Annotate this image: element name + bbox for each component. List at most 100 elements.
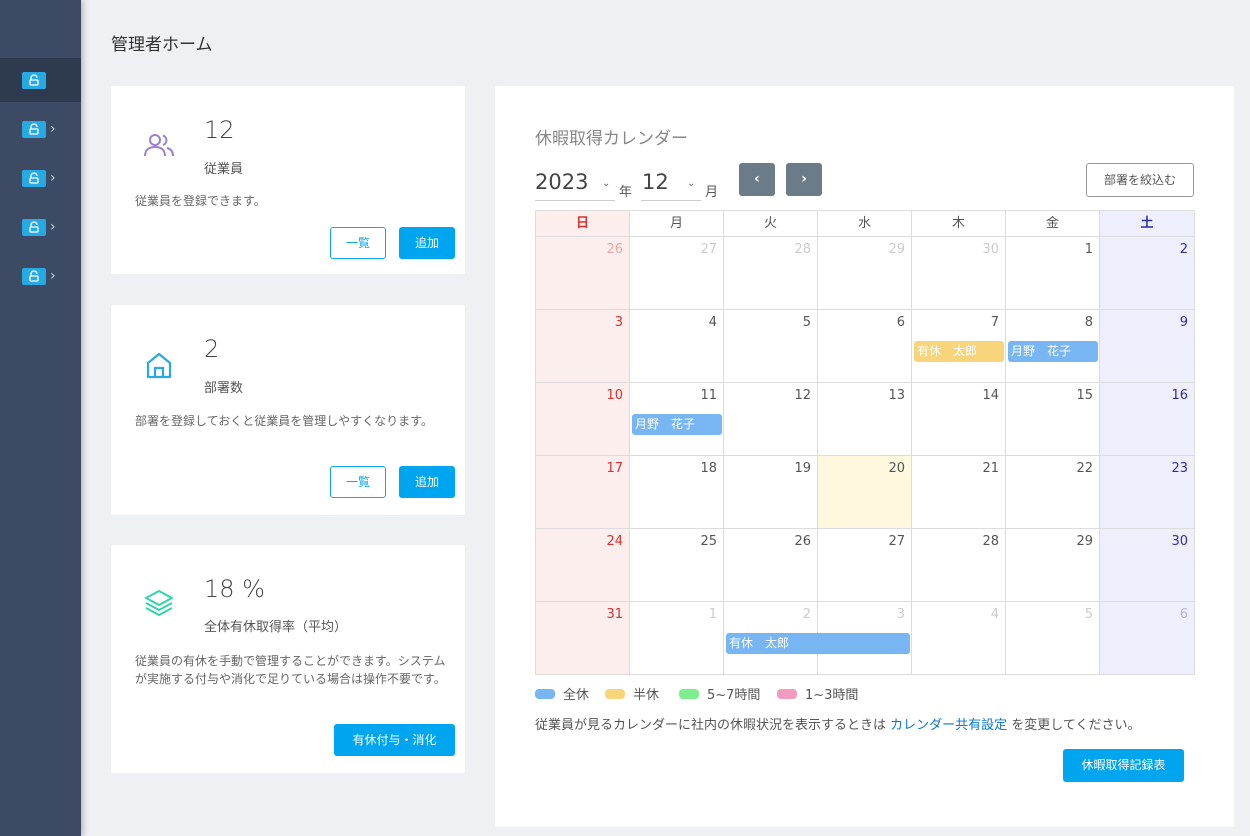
calendar-day-cell[interactable]: 24 bbox=[536, 529, 630, 602]
calendar-day-cell[interactable]: 4 bbox=[630, 310, 724, 383]
calendar-day-cell[interactable]: 19 bbox=[724, 456, 818, 529]
department-filter-button[interactable]: 部署を絞込む bbox=[1086, 163, 1194, 197]
day-number: 3 bbox=[614, 315, 623, 330]
calendar-day-cell[interactable]: 26 bbox=[724, 529, 818, 602]
day-number: 3 bbox=[896, 607, 905, 622]
calendar-day-cell[interactable]: 29 bbox=[1006, 529, 1100, 602]
sidebar-item-4[interactable]: › bbox=[0, 205, 81, 249]
calendar-day-cell[interactable]: 21 bbox=[912, 456, 1006, 529]
calendar-share-settings-link[interactable]: カレンダー共有設定 bbox=[890, 718, 1007, 733]
calendar-panel: 休暇取得カレンダー 2023 ⌄ 年 12 ⌄ 月 ‹ › 部署を絞込む 日月火… bbox=[495, 86, 1234, 827]
department-list-button[interactable]: 一覧 bbox=[330, 466, 386, 498]
chevron-right-icon: › bbox=[50, 268, 56, 284]
sidebar-item-1[interactable] bbox=[0, 58, 81, 102]
day-number: 29 bbox=[1076, 534, 1093, 549]
day-number: 12 bbox=[794, 388, 811, 403]
day-number: 13 bbox=[888, 388, 905, 403]
employee-count: 12 bbox=[204, 116, 235, 144]
calendar-day-cell[interactable]: 2 bbox=[1100, 237, 1195, 310]
leave-grant-button[interactable]: 有休付与・消化 bbox=[334, 724, 455, 756]
weekday-header: 土 bbox=[1100, 211, 1195, 237]
lock-icon bbox=[22, 219, 46, 236]
day-number: 27 bbox=[700, 242, 717, 257]
calendar-day-cell[interactable]: 1 bbox=[1006, 237, 1100, 310]
calendar-day-cell[interactable]: 29 bbox=[818, 237, 912, 310]
sidebar-item-3[interactable]: › bbox=[0, 156, 81, 200]
day-number: 5 bbox=[1084, 607, 1093, 622]
employee-add-button[interactable]: 追加 bbox=[399, 227, 455, 259]
calendar-day-cell[interactable]: 25 bbox=[630, 529, 724, 602]
calendar-day-cell[interactable]: 9 bbox=[1100, 310, 1195, 383]
calendar-day-cell[interactable]: 16 bbox=[1100, 383, 1195, 456]
calendar-day-cell[interactable]: 28 bbox=[912, 529, 1006, 602]
day-number: 26 bbox=[606, 242, 623, 257]
prev-month-button[interactable]: ‹ bbox=[739, 163, 775, 196]
month-unit: 月 bbox=[705, 185, 719, 200]
calendar-day-cell[interactable]: 23 bbox=[1100, 456, 1195, 529]
weekday-header: 水 bbox=[818, 211, 912, 237]
day-number: 15 bbox=[1076, 388, 1093, 403]
department-label: 部署数 bbox=[204, 381, 244, 396]
legend-swatch bbox=[605, 689, 625, 699]
leave-description: 従業員の有休を手動で管理することができます。システムが実施する付与や消化で足りて… bbox=[135, 654, 446, 686]
calendar-day-cell[interactable]: 31 bbox=[536, 602, 630, 675]
calendar-day-cell[interactable]: 5 bbox=[724, 310, 818, 383]
department-add-button[interactable]: 追加 bbox=[399, 466, 455, 498]
leave-event[interactable]: 月野 花子 bbox=[1008, 341, 1098, 362]
day-number: 25 bbox=[700, 534, 717, 549]
day-number: 14 bbox=[982, 388, 999, 403]
chevron-down-icon: ⌄ bbox=[602, 178, 611, 189]
month-underline bbox=[641, 200, 701, 201]
employee-description: 従業員を登録できます。 bbox=[135, 194, 266, 208]
employee-list-button[interactable]: 一覧 bbox=[330, 227, 386, 259]
calendar-day-cell[interactable]: 6 bbox=[818, 310, 912, 383]
calendar-day-cell[interactable]: 28 bbox=[724, 237, 818, 310]
calendar-day-cell[interactable]: 1 bbox=[630, 602, 724, 675]
calendar-day-cell[interactable]: 27 bbox=[630, 237, 724, 310]
calendar-day-cell[interactable]: 22 bbox=[1006, 456, 1100, 529]
day-number: 28 bbox=[794, 242, 811, 257]
month-select[interactable]: 12 bbox=[642, 170, 669, 194]
leave-event[interactable]: 有休 太郎 bbox=[914, 341, 1004, 362]
calendar-day-cell[interactable]: 13 bbox=[818, 383, 912, 456]
calendar-grid: 日月火水木金土 26 27 28 29 30 1 2 3 4 5 6 7 8 9 10 11 12 13 14 15 16… bbox=[535, 210, 1195, 675]
note-text-after: を変更してください。 bbox=[1007, 718, 1141, 733]
leave-record-button[interactable]: 休暇取得記録表 bbox=[1063, 749, 1184, 782]
next-month-button[interactable]: › bbox=[786, 163, 822, 196]
calendar-day-cell[interactable]: 6 bbox=[1100, 602, 1195, 675]
sidebar: › › › › bbox=[0, 0, 81, 836]
calendar-day-cell[interactable]: 4 bbox=[912, 602, 1006, 675]
calendar-day-cell[interactable]: 30 bbox=[912, 237, 1006, 310]
day-number: 30 bbox=[982, 242, 999, 257]
chevron-down-icon: ⌄ bbox=[687, 178, 696, 189]
calendar-day-cell[interactable]: 26 bbox=[536, 237, 630, 310]
leave-label: 全体有休取得率（平均） bbox=[204, 620, 348, 635]
calendar-day-cell[interactable]: 27 bbox=[818, 529, 912, 602]
day-number: 22 bbox=[1076, 461, 1093, 476]
chevron-right-icon: › bbox=[50, 219, 56, 235]
lock-icon bbox=[22, 170, 46, 187]
page-title: 管理者ホーム bbox=[111, 35, 213, 55]
chevron-right-icon: › bbox=[50, 121, 56, 137]
leave-event[interactable]: 月野 花子 bbox=[632, 414, 722, 435]
leave-event[interactable]: 有休 太郎 bbox=[726, 633, 910, 654]
day-number: 9 bbox=[1179, 315, 1188, 330]
day-number: 2 bbox=[1179, 242, 1188, 257]
sidebar-item-5[interactable]: › bbox=[0, 254, 81, 298]
calendar-day-cell[interactable]: 12 bbox=[724, 383, 818, 456]
calendar-day-cell[interactable]: 17 bbox=[536, 456, 630, 529]
day-number: 11 bbox=[700, 388, 717, 403]
year-underline bbox=[535, 200, 615, 201]
calendar-day-cell[interactable]: 20 bbox=[818, 456, 912, 529]
calendar-day-cell[interactable]: 15 bbox=[1006, 383, 1100, 456]
year-select[interactable]: 2023 bbox=[535, 170, 588, 194]
calendar-day-cell[interactable]: 30 bbox=[1100, 529, 1195, 602]
sidebar-item-2[interactable]: › bbox=[0, 107, 81, 151]
calendar-day-cell[interactable]: 14 bbox=[912, 383, 1006, 456]
day-number: 21 bbox=[982, 461, 999, 476]
day-number: 6 bbox=[896, 315, 905, 330]
calendar-day-cell[interactable]: 18 bbox=[630, 456, 724, 529]
calendar-day-cell[interactable]: 10 bbox=[536, 383, 630, 456]
calendar-day-cell[interactable]: 5 bbox=[1006, 602, 1100, 675]
calendar-day-cell[interactable]: 3 bbox=[536, 310, 630, 383]
